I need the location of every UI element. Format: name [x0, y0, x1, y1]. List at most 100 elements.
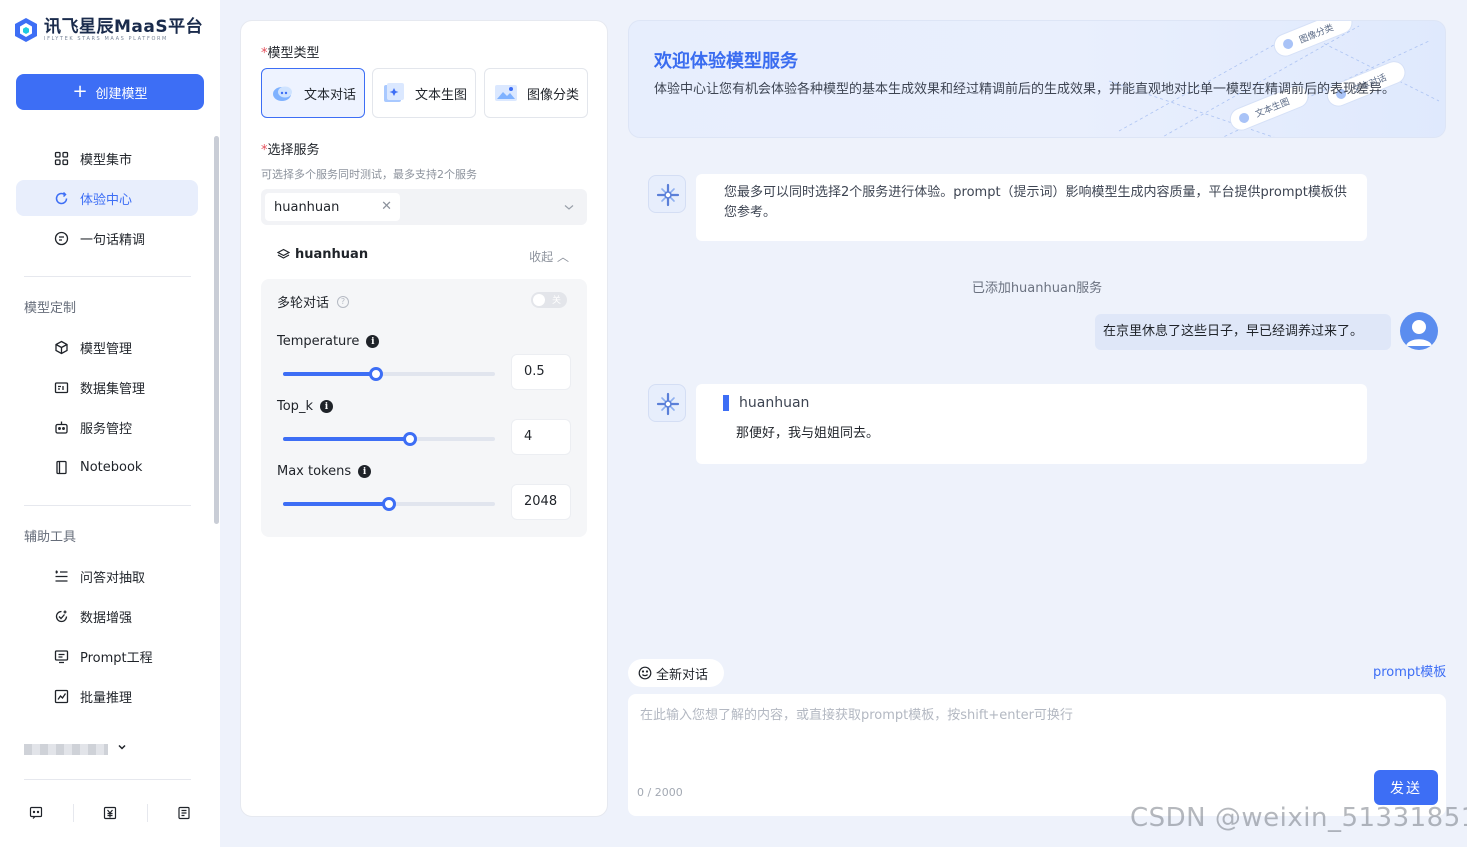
max-tokens-input[interactable]: 2048	[511, 484, 571, 520]
new-chat-button[interactable]: 全新对话	[628, 659, 724, 687]
sidebar: 讯飞星辰MaaS平台 IFLYTEK STARS MAAS PLATFORM +…	[0, 0, 220, 847]
sidebar-item-label: 数据增强	[80, 610, 133, 626]
create-model-button[interactable]: + 创建模型	[16, 74, 204, 110]
refresh-icon	[55, 191, 68, 205]
enhance-icon	[55, 610, 68, 623]
top-k-label: Top_k i	[277, 399, 333, 414]
prompt-template-link[interactable]: prompt模板	[1373, 661, 1446, 680]
chat-bubble-icon	[273, 86, 292, 101]
banner-description: 体验中心让您有机会体验各种模型的基本生成效果和经过精调前后的生成效果，并能直观地…	[654, 82, 1396, 97]
divider	[147, 804, 148, 822]
plus-icon: +	[72, 81, 88, 102]
model-type-image-classification[interactable]: 图像分类	[484, 68, 588, 118]
cube-icon	[55, 340, 68, 355]
selected-service-tag: huanhuan ✕	[265, 193, 400, 221]
tune-icon	[54, 231, 69, 246]
bot-icon	[656, 183, 680, 207]
bot-reply: huanhuan 那便好，我与姐姐同去。	[696, 384, 1367, 464]
divider	[73, 804, 74, 822]
robot-icon	[55, 421, 68, 434]
message-input[interactable]	[640, 704, 1430, 764]
image-icon	[495, 85, 517, 101]
sidebar-item-label: 模型管理	[80, 341, 133, 357]
logo-subtitle: IFLYTEK STARS MAAS PLATFORM	[44, 35, 168, 42]
multi-turn-label: 多轮对话 ?	[277, 292, 350, 311]
create-model-label: 创建模型	[95, 86, 148, 102]
new-chat-label: 全新对话	[656, 667, 709, 683]
max-tokens-label: Max tokens i	[277, 464, 372, 479]
sidebar-item-prompt-engineering[interactable]: Prompt工程	[16, 638, 198, 674]
info-icon[interactable]: i	[319, 400, 333, 413]
sidebar-item-data-augmentation[interactable]: 数据增强	[16, 598, 198, 634]
bot-icon	[656, 392, 680, 416]
service-select[interactable]: huanhuan ✕	[261, 189, 587, 225]
collapse-button[interactable]: 收起 ︿	[529, 248, 569, 265]
reply-service-name: huanhuan	[723, 395, 809, 411]
sidebar-item-label: Prompt工程	[80, 650, 153, 666]
service-section-header: huanhuan	[277, 247, 368, 262]
sidebar-item-model-management[interactable]: 模型管理	[16, 329, 198, 365]
feedback-icon[interactable]	[29, 806, 43, 820]
model-type-label: *模型类型	[261, 46, 320, 61]
sidebar-item-label: 模型集市	[80, 152, 133, 168]
top-k-input[interactable]: 4	[511, 419, 571, 455]
model-type-text-chat[interactable]: 文本对话	[261, 68, 365, 118]
smile-chat-icon	[638, 666, 652, 680]
slider-handle[interactable]	[403, 432, 418, 446]
chevron-down-icon[interactable]	[116, 741, 128, 753]
slider-handle[interactable]	[382, 497, 396, 511]
max-tokens-slider[interactable]	[283, 496, 495, 512]
list-icon	[55, 570, 68, 582]
params-panel: 多轮对话 ? 关 Temperature i 0.5 Top_k i 4 Max t…	[261, 279, 587, 537]
sidebar-item-notebook[interactable]: Notebook	[16, 449, 198, 485]
logo[interactable]: 讯飞星辰MaaS平台 IFLYTEK STARS MAAS PLATFORM	[12, 16, 203, 44]
multi-turn-toggle[interactable]: 关	[531, 292, 567, 308]
sidebar-item-one-sentence-tuning[interactable]: 一句话精调	[16, 220, 198, 256]
sidebar-scrollbar[interactable]	[214, 136, 219, 524]
temperature-slider[interactable]	[283, 366, 495, 382]
system-note: 已添加huanhuan服务	[971, 281, 1103, 296]
sidebar-item-label: 批量推理	[80, 690, 133, 706]
send-button[interactable]: 发送	[1374, 770, 1438, 805]
help-icon[interactable]: ?	[337, 295, 350, 308]
info-icon[interactable]: i	[358, 465, 372, 478]
intro-message-text: 您最多可以同时选择2个服务进行体验。prompt（提示词）影响模型生成内容质量，…	[724, 185, 1347, 220]
billing-icon[interactable]	[103, 806, 117, 820]
chevron-up-icon: ︿	[553, 250, 569, 264]
intro-message: 您最多可以同时选择2个服务进行体验。prompt（提示词）影响模型生成内容质量，…	[696, 174, 1367, 241]
sidebar-item-qa-extraction[interactable]: 问答对抽取	[16, 558, 198, 594]
divider	[24, 276, 191, 277]
config-panel: *模型类型 文本对话 文本生图 图像分类 *选择服务 可选择多个服务同时测试，最…	[240, 20, 608, 817]
sidebar-item-dataset-management[interactable]: 数据集管理	[16, 369, 198, 405]
toggle-knob	[533, 294, 545, 306]
sidebar-item-service-control[interactable]: 服务管控	[16, 409, 198, 445]
user-message: 在京里休息了这些日子，早已经调养过来了。	[1095, 314, 1391, 350]
sidebar-item-label: 数据集管理	[80, 381, 146, 397]
user-account-blurred[interactable]	[24, 744, 108, 755]
chevron-down-icon[interactable]	[563, 201, 575, 213]
user-avatar[interactable]	[1400, 312, 1438, 350]
service-hint: 可选择多个服务同时测试，最多支持2个服务	[261, 168, 477, 181]
selected-service-text: huanhuan	[274, 199, 340, 215]
bot-avatar	[648, 175, 686, 213]
reply-text: 那便好，我与姐姐同去。	[736, 426, 880, 441]
divider	[24, 779, 191, 780]
sidebar-item-experience-center[interactable]: 体验中心	[16, 180, 198, 216]
close-icon[interactable]: ✕	[381, 199, 392, 214]
prompt-icon	[54, 650, 69, 664]
toggle-state: 关	[551, 296, 561, 306]
sidebar-item-batch-inference[interactable]: 批量推理	[16, 678, 198, 714]
temperature-input[interactable]: 0.5	[511, 354, 571, 390]
slider-handle[interactable]	[369, 367, 384, 381]
document-icon[interactable]	[177, 806, 191, 820]
notebook-icon	[56, 460, 67, 475]
model-type-label: 文本生图	[415, 87, 468, 103]
top-k-slider[interactable]	[283, 431, 495, 447]
model-type-text-to-image[interactable]: 文本生图	[372, 68, 476, 118]
sidebar-item-model-market[interactable]: 模型集市	[16, 140, 198, 176]
info-icon[interactable]: i	[366, 335, 380, 348]
logo-icon	[15, 18, 37, 42]
sidebar-item-label: 问答对抽取	[80, 570, 146, 586]
composer: 0 / 2000 发送	[628, 694, 1446, 816]
layers-icon	[277, 248, 290, 259]
